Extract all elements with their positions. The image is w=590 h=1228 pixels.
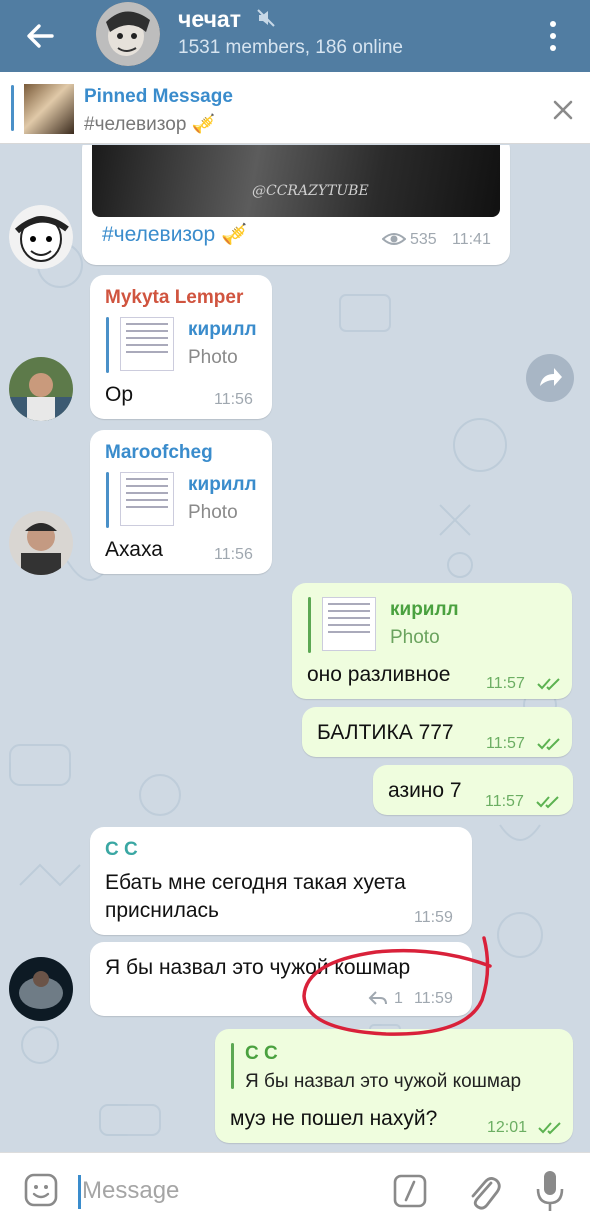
paperclip-icon[interactable] [465,1171,501,1211]
more-options-icon[interactable] [543,16,563,56]
pinned-text: #челевизор 🎺 [84,114,216,135]
message-text: #челевизор 🎺 [102,223,248,246]
text-cursor [78,1175,81,1209]
message-bubble-outgoing[interactable]: кирилл Photo оно разливное 11:57 [292,583,572,699]
message-input[interactable] [82,1171,372,1211]
message-text: Я бы назвал это чужой кошмар [105,956,411,979]
message-text: Ор [105,383,134,406]
reply-author: C C [245,1043,278,1064]
reply-accent-bar [106,317,109,373]
avatar[interactable] [9,357,73,421]
share-button[interactable] [526,354,574,402]
sticker-icon[interactable] [24,1173,58,1207]
message-bubble-outgoing[interactable]: БАЛТИКА 777 11:57 [302,707,572,757]
avatar[interactable] [9,205,73,269]
views-eye-icon [382,233,406,245]
reply-type: Photo [188,347,238,368]
message-bubble-outgoing[interactable]: C C Я бы назвал это чужой кошмар муэ не … [215,1029,573,1143]
avatar[interactable] [9,511,73,575]
reply-type: Photo [390,627,440,648]
message-time: 11:57 [486,675,525,692]
reply-author: кирилл [188,474,257,495]
message-bubble[interactable]: C C Ебать мне сегодня такая хуета присни… [90,827,472,935]
reply-count: 1 [394,990,403,1007]
message-text: муэ не пошел нахуй? [230,1107,438,1130]
message-time: 11:56 [214,391,253,408]
reply-author: кирилл [188,319,257,340]
double-check-icon [538,1122,561,1135]
message-author[interactable]: C C [105,839,138,861]
double-check-icon [537,678,560,691]
message-text: азино 7 [388,779,462,802]
reply-accent-bar [231,1043,234,1089]
chat-header: чечат 1531 members, 186 online [0,0,590,72]
reply-type: Photo [188,502,238,523]
chat-title[interactable]: чечат [178,6,241,33]
message-text: Ебать мне сегодня такая хуета приснилась [105,871,406,922]
double-check-icon [536,796,559,809]
message-time: 11:56 [214,546,253,563]
reply-accent-bar [308,597,311,653]
message-time: 11:59 [414,909,453,926]
message-time: 11:57 [485,793,524,810]
double-check-icon [537,738,560,751]
group-avatar[interactable] [96,2,160,66]
microphone-icon[interactable] [535,1169,565,1213]
message-author[interactable]: Maroofcheg [105,442,213,464]
message-author[interactable]: Mykyta Lemper [105,287,243,309]
message-bubble-outgoing[interactable]: азино 7 11:57 [373,765,573,815]
pinned-title: Pinned Message [84,86,233,107]
message-list[interactable]: @CCRAZYTUBE #челевизор 🎺 535 11:41 Mykyt… [0,145,590,1150]
reply-thumbnail [120,472,174,526]
message-time: 11:57 [486,735,525,752]
message-bubble[interactable]: Я бы назвал это чужой кошмар 1 11:59 [90,942,472,1016]
reply-author: кирилл [390,599,459,620]
message-composer [0,1152,590,1228]
muted-speaker-icon [257,9,275,27]
video-preview[interactable]: @CCRAZYTUBE [92,145,500,217]
member-count: 1531 members, 186 online [178,37,403,58]
avatar[interactable] [9,957,73,1021]
video-watermark: @CCRAZYTUBE [252,183,369,199]
pinned-accent-bar [11,85,14,131]
pinned-thumbnail [24,84,74,134]
message-time: 11:59 [414,990,453,1007]
message-bubble[interactable]: Maroofcheg кирилл Photo Ахаха 11:56 [90,430,272,574]
reply-arrow-icon[interactable] [368,990,388,1006]
bot-command-icon[interactable] [393,1174,427,1208]
pinned-message-bar[interactable]: Pinned Message #челевизор 🎺 [0,72,590,144]
message-bubble-video[interactable]: @CCRAZYTUBE #челевизор 🎺 535 11:41 [82,145,510,265]
message-text: оно разливное [307,663,451,686]
message-text: БАЛТИКА 777 [317,721,454,744]
message-time: 11:41 [452,231,491,248]
message-bubble[interactable]: Mykyta Lemper кирилл Photo Ор 11:56 [90,275,272,419]
reply-thumbnail [322,597,376,651]
reply-thumbnail [120,317,174,371]
reply-accent-bar [106,472,109,528]
reply-quote: Я бы назвал это чужой кошмар [245,1071,522,1092]
back-arrow-icon[interactable] [22,18,58,54]
share-arrow-icon [540,368,562,386]
message-text: Ахаха [105,538,163,561]
close-icon[interactable] [549,96,577,124]
view-count: 535 [410,231,437,248]
message-time: 12:01 [487,1119,528,1136]
